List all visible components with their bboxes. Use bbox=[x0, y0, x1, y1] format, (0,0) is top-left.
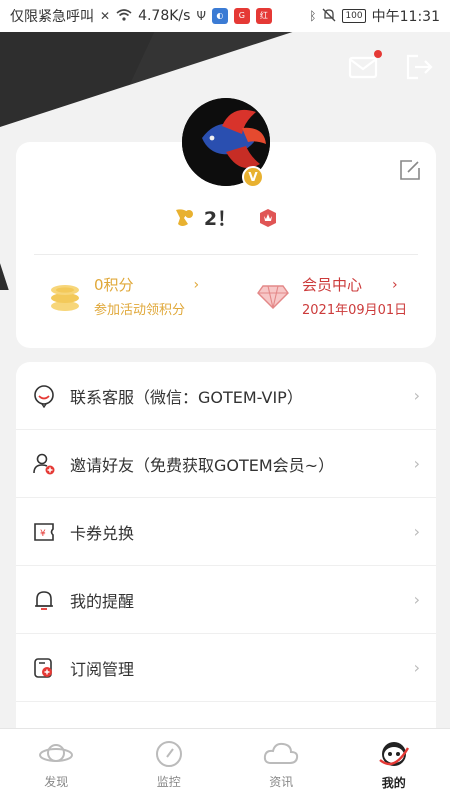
menu-item-label: 订阅管理 bbox=[70, 659, 135, 679]
tab-monitor[interactable]: 监控 bbox=[113, 729, 226, 800]
app-notification-icon: ◐ bbox=[211, 8, 228, 24]
invite-user-icon bbox=[33, 453, 55, 474]
mute-icon bbox=[322, 8, 336, 25]
points-subtitle: 参加活动领积分 bbox=[94, 303, 186, 318]
tab-label: 资讯 bbox=[269, 775, 294, 789]
member-center-entry[interactable]: 会员中心 › 2021年09月01日 bbox=[256, 274, 407, 318]
carrier-text: 仅限紧急呼叫 bbox=[10, 9, 94, 25]
tab-discover[interactable]: 发现 bbox=[0, 729, 113, 800]
mail-icon bbox=[348, 56, 378, 79]
coupon-icon: ¥ bbox=[34, 522, 54, 541]
member-chevron-icon: › bbox=[392, 276, 398, 293]
logout-button[interactable] bbox=[404, 52, 438, 86]
menu-item-reminders[interactable]: 我的提醒 › bbox=[16, 566, 436, 634]
cloud-icon bbox=[264, 742, 299, 764]
app-notification-icon-2: G bbox=[233, 8, 250, 24]
app-notification-icon-3: 红 bbox=[255, 8, 272, 24]
menu-item-label: 联系客服（微信：GOTEM-VIP） bbox=[70, 387, 303, 407]
bottom-tab-bar: 发现 监控 资讯 我的 bbox=[0, 728, 450, 800]
top-actions bbox=[348, 50, 438, 86]
battery-indicator: 100 bbox=[342, 9, 366, 23]
tab-label: 发现 bbox=[44, 775, 69, 789]
menu-item-label: 邀请好友（免费获取GOTEM会员~） bbox=[70, 455, 335, 475]
svg-text:¥: ¥ bbox=[40, 529, 46, 539]
points-entry[interactable]: 0积分 › 参加活动领积分 bbox=[48, 274, 199, 318]
menu-item-subscriptions[interactable]: 订阅管理 › bbox=[16, 634, 436, 702]
no-sim-icon: ✕ bbox=[100, 9, 111, 23]
clock: 中午11:31 bbox=[371, 9, 440, 25]
message-button[interactable] bbox=[348, 50, 382, 86]
edit-profile-button[interactable] bbox=[398, 158, 422, 182]
vip-badge: V bbox=[242, 166, 264, 188]
planet-icon bbox=[39, 744, 74, 762]
diamond-icon bbox=[257, 285, 289, 309]
menu-list: 联系客服（微信：GOTEM-VIP） › 邀请好友（免费获取GOTEM会员~） … bbox=[16, 362, 436, 742]
level-icon bbox=[175, 208, 193, 226]
bluetooth-icon: ᛒ bbox=[309, 9, 317, 23]
member-badge-icon bbox=[260, 208, 277, 227]
username: 2！ bbox=[203, 208, 237, 230]
logout-icon bbox=[406, 54, 433, 80]
tab-label: 监控 bbox=[156, 775, 181, 789]
compass-icon bbox=[155, 741, 182, 767]
chevron-right-icon: › bbox=[413, 454, 420, 473]
headset-icon bbox=[34, 384, 54, 408]
wifi-icon bbox=[116, 8, 132, 24]
chevron-right-icon: › bbox=[413, 590, 420, 609]
tab-news[interactable]: 资讯 bbox=[225, 729, 338, 800]
member-expiry-date: 2021年09月01日 bbox=[302, 303, 408, 318]
menu-item-customer-service[interactable]: 联系客服（微信：GOTEM-VIP） › bbox=[16, 362, 436, 430]
bell-icon bbox=[35, 590, 53, 610]
menu-item-label: 卡券兑换 bbox=[70, 523, 135, 543]
edit-icon bbox=[400, 160, 420, 180]
status-bar: 仅限紧急呼叫 ✕ 4.78K/s Ψ ◐ G 红 ᛒ 100 中午11:31 bbox=[0, 0, 450, 32]
member-center-title: 会员中心 bbox=[302, 276, 363, 294]
network-speed: 4.78K/s bbox=[138, 8, 191, 24]
menu-item-label: 我的提醒 bbox=[70, 591, 135, 611]
chevron-right-icon: › bbox=[413, 522, 420, 541]
tab-mine[interactable]: 我的 bbox=[338, 729, 450, 800]
card-divider bbox=[34, 254, 418, 255]
usb-icon: Ψ bbox=[196, 9, 206, 23]
menu-item-invite-friends[interactable]: 邀请好友（免费获取GOTEM会员~） › bbox=[16, 430, 436, 498]
username-row: 2！ bbox=[16, 204, 436, 231]
tab-label: 我的 bbox=[381, 776, 406, 790]
points-chevron-icon: › bbox=[193, 276, 200, 293]
chevron-right-icon: › bbox=[413, 658, 420, 677]
subscription-icon bbox=[34, 657, 52, 678]
menu-item-coupon-exchange[interactable]: ¥ 卡券兑换 › bbox=[16, 498, 436, 566]
notification-dot bbox=[374, 50, 382, 58]
coins-icon bbox=[51, 285, 79, 311]
profile-face-icon bbox=[378, 742, 409, 766]
points-value: 0积分 bbox=[94, 276, 134, 294]
chevron-right-icon: › bbox=[413, 386, 420, 405]
